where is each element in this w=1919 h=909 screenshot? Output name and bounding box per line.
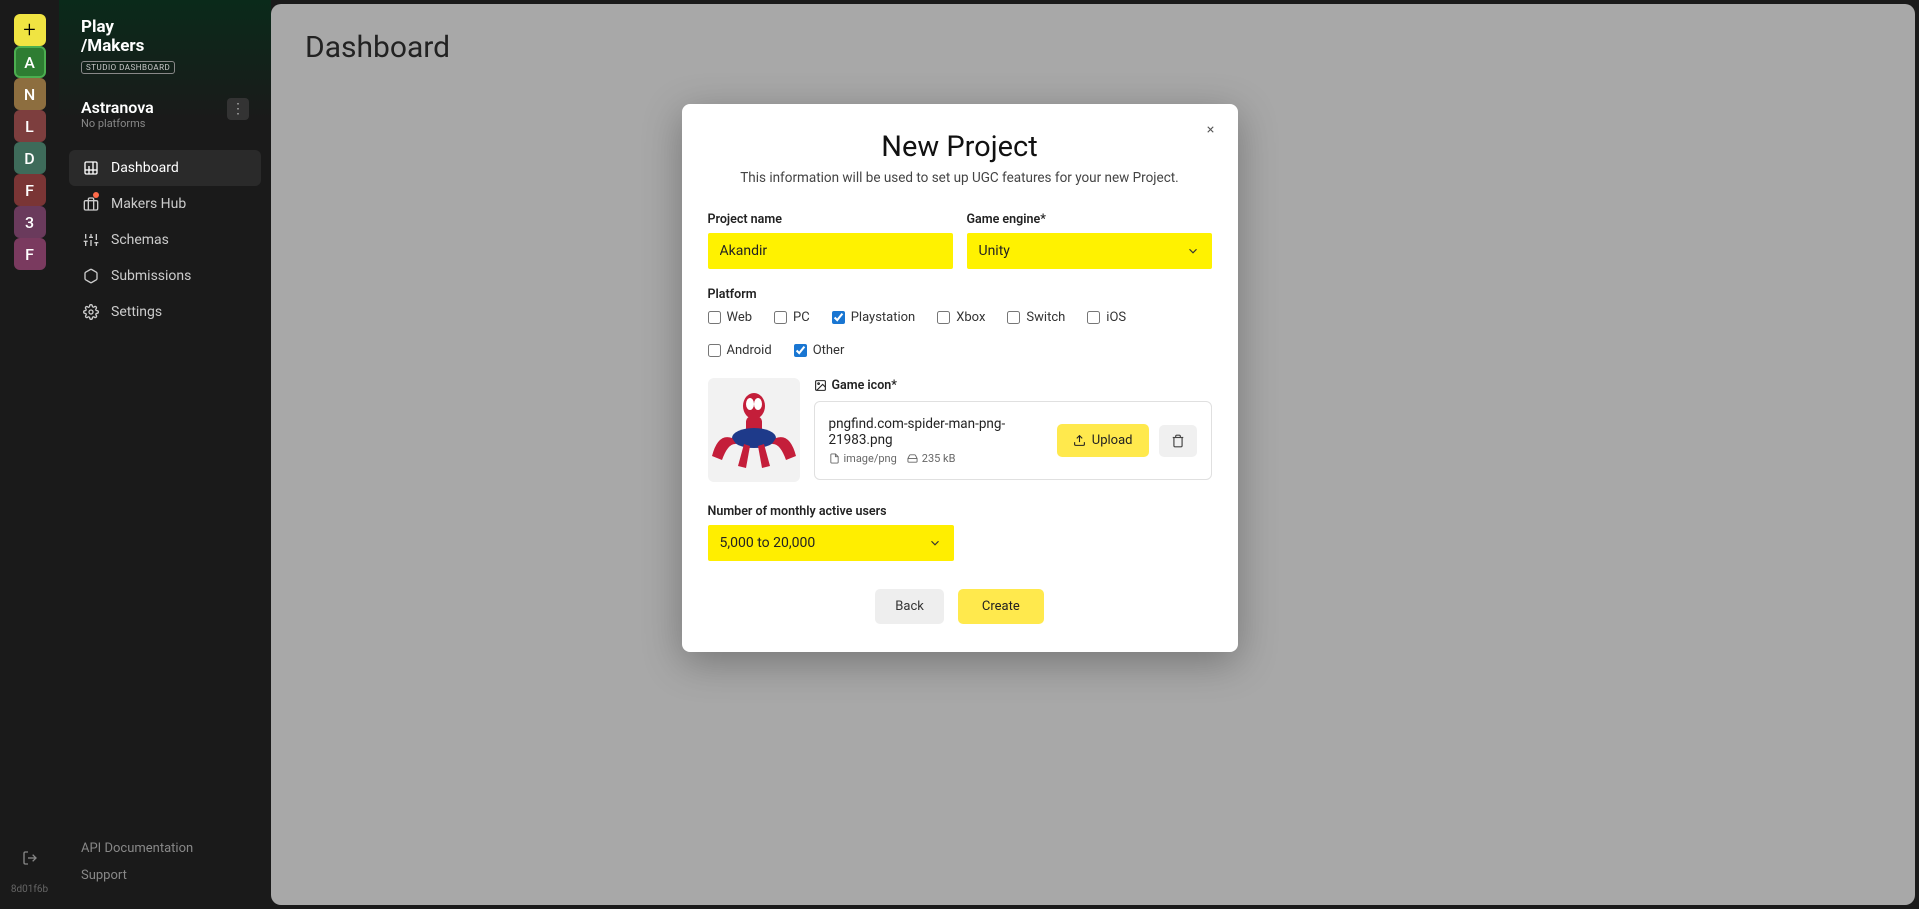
upload-icon [1073, 434, 1086, 447]
file-box: pngfind.com-spider-man-png-21983.png ima… [814, 401, 1212, 480]
workspace-switcher-item[interactable]: L [14, 110, 46, 142]
platform-label: iOS [1106, 310, 1126, 325]
support-link[interactable]: Support [81, 862, 249, 889]
sidebar-item-label: Makers Hub [111, 196, 186, 212]
file-icon [829, 453, 840, 464]
platform-checkbox[interactable] [937, 311, 950, 324]
game-icon-thumbnail [708, 378, 800, 482]
new-project-dialog: New Project This information will be use… [682, 104, 1238, 652]
platform-label: Switch [1026, 310, 1065, 325]
platform-checkbox[interactable] [1007, 311, 1020, 324]
hub-icon [83, 196, 99, 212]
close-icon[interactable] [1200, 118, 1222, 140]
submissions-icon [83, 268, 99, 284]
dialog-title: New Project [708, 130, 1212, 164]
settings-icon [83, 304, 99, 320]
platform-label: Other [813, 343, 845, 358]
project-name-label: Project name [708, 212, 953, 227]
engine-label: Game engine* [967, 212, 1212, 227]
platform-switch[interactable]: Switch [1007, 310, 1065, 325]
mau-select[interactable]: 5,000 to 20,000 [708, 525, 954, 561]
game-icon-label: Game icon* [814, 378, 1212, 393]
engine-select[interactable]: Unity [967, 233, 1212, 269]
file-type: image/png [829, 452, 897, 465]
platform-label: Platform [708, 287, 1212, 302]
exit-icon[interactable] [14, 842, 46, 874]
nav: Dashboard Makers Hub Schemas Submissions Set… [59, 144, 271, 336]
workspace-switcher-item[interactable]: 3 [14, 206, 46, 238]
api-docs-link[interactable]: API Documentation [81, 835, 249, 862]
platform-other[interactable]: Other [794, 343, 845, 358]
workspace-switcher-item[interactable]: A [14, 46, 46, 78]
platform-label: Web [727, 310, 753, 325]
platform-web[interactable]: Web [708, 310, 753, 325]
workspace-switcher-item[interactable]: F [14, 238, 46, 270]
platform-ios[interactable]: iOS [1087, 310, 1126, 325]
file-name: pngfind.com-spider-man-png-21983.png [829, 416, 1047, 448]
image-icon [814, 379, 827, 392]
footer-links: API Documentation Support [59, 835, 271, 889]
platform-label: Xbox [956, 310, 985, 325]
create-button[interactable]: Create [958, 589, 1044, 624]
platform-checkbox[interactable] [708, 344, 721, 357]
page-title: Dashboard [305, 30, 1881, 65]
platform-checkbox[interactable] [794, 344, 807, 357]
file-size: 235 kB [907, 452, 956, 465]
sidebar-item-makers-hub[interactable]: Makers Hub [69, 186, 261, 222]
workspace-rail: +ANLDF3F 8d01f6b [0, 0, 59, 909]
dashboard-icon [83, 160, 99, 176]
dialog-subtitle: This information will be used to set up … [708, 170, 1212, 186]
platform-pc[interactable]: PC [774, 310, 810, 325]
logo: Play /Makers STUDIO DASHBOARD [59, 18, 271, 80]
platform-xbox[interactable]: Xbox [937, 310, 985, 325]
back-button[interactable]: Back [875, 589, 944, 624]
sidebar-item-label: Dashboard [111, 160, 179, 176]
workspace-menu-icon[interactable]: ⋮ [227, 98, 249, 120]
sidebar-item-dashboard[interactable]: Dashboard [69, 150, 261, 186]
workspace-subtitle: No platforms [81, 117, 154, 130]
platform-android[interactable]: Android [708, 343, 772, 358]
workspace-name: Astranova [81, 98, 154, 117]
sidebar: Play /Makers STUDIO DASHBOARD Astranova … [59, 0, 271, 909]
platform-checkbox[interactable] [708, 311, 721, 324]
platform-checkbox[interactable] [774, 311, 787, 324]
platform-playstation[interactable]: Playstation [832, 310, 916, 325]
sidebar-item-settings[interactable]: Settings [69, 294, 261, 330]
upload-button[interactable]: Upload [1057, 424, 1149, 457]
logo-badge: STUDIO DASHBOARD [81, 61, 175, 74]
platform-label: Android [727, 343, 772, 358]
workspace-switcher-item[interactable]: N [14, 78, 46, 110]
schemas-icon [83, 232, 99, 248]
workspace-header: Astranova No platforms ⋮ [59, 80, 271, 144]
engine-value: Unity [979, 243, 1010, 259]
trash-icon [1171, 434, 1185, 448]
sidebar-item-schemas[interactable]: Schemas [69, 222, 261, 258]
mau-value: 5,000 to 20,000 [720, 535, 816, 551]
sidebar-item-label: Submissions [111, 268, 191, 284]
disk-icon [907, 453, 918, 464]
chevron-down-icon [1186, 244, 1200, 258]
sidebar-item-label: Schemas [111, 232, 169, 248]
project-name-input[interactable] [708, 233, 953, 269]
chevron-down-icon [928, 536, 942, 550]
platform-checkbox[interactable] [1087, 311, 1100, 324]
sidebar-item-label: Settings [111, 304, 162, 320]
platform-label: Playstation [851, 310, 916, 325]
mau-label: Number of monthly active users [708, 504, 1212, 519]
platform-label: PC [793, 310, 810, 325]
delete-file-button[interactable] [1159, 425, 1197, 457]
workspace-switcher-item[interactable]: F [14, 174, 46, 206]
platform-checkbox[interactable] [832, 311, 845, 324]
version-label: 8d01f6b [11, 884, 48, 895]
workspace-switcher-item[interactable]: D [14, 142, 46, 174]
add-workspace-button[interactable]: + [14, 14, 46, 46]
sidebar-item-submissions[interactable]: Submissions [69, 258, 261, 294]
